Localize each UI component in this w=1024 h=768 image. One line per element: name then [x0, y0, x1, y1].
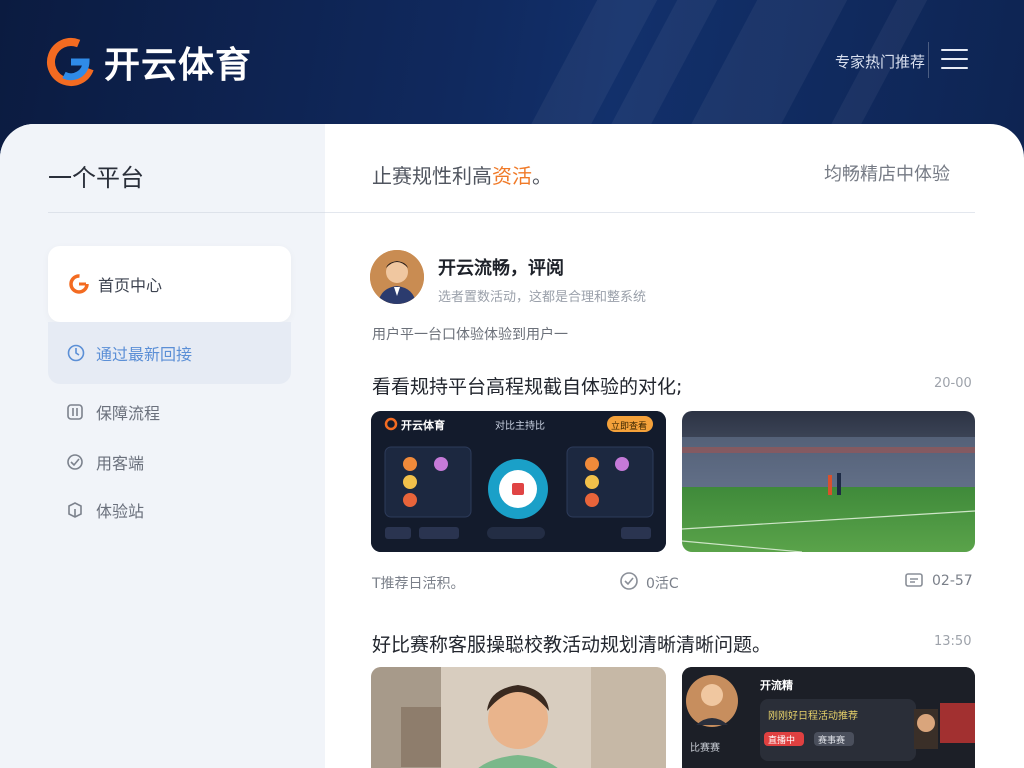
page-title-text: 止赛规性利高	[372, 164, 492, 188]
person-photo	[371, 667, 666, 768]
thumb-chip-live: 直播中	[768, 736, 796, 746]
post-time: 20-00	[934, 376, 972, 391]
user-icon	[67, 454, 83, 470]
thumb-center-label: 对比主持比	[495, 421, 545, 432]
thumb-brand: 开流精	[760, 679, 793, 692]
post-time: 13:50	[934, 634, 972, 649]
thumb-brand: 开云体育	[401, 419, 445, 432]
thumb-line-1: 刚刚好日程活动推荐	[768, 711, 858, 722]
intro-text: 用户平一台口体验体验到用户一	[372, 327, 568, 343]
post-thumbnail-app2[interactable]: 开流精 刚刚好日程活动推荐 比赛赛 直播中 赛事赛	[682, 667, 975, 768]
logo-icon	[69, 274, 89, 294]
sidebar-item-security[interactable]: 保障流程	[66, 400, 160, 424]
comment-icon	[905, 573, 923, 587]
post-thumbnail-person[interactable]	[371, 667, 666, 768]
sidebar: 一个平台 首页中心 通过最新回接 保障流程 用客端 体验站	[0, 124, 325, 768]
sidebar-item-experience[interactable]: 体验站	[66, 498, 144, 522]
author-subtitle: 选者置数活动，这都是合理和整系统	[438, 290, 647, 305]
menu-button[interactable]	[938, 44, 972, 74]
thumb-chip-event: 赛事赛	[818, 736, 846, 746]
post-title[interactable]: 好比赛称客服操聪校教活动规划清晰清晰问题。	[372, 630, 771, 657]
brand-name: 开云体育	[104, 45, 253, 86]
clock-icon	[67, 344, 85, 362]
main-panel: 一个平台 首页中心 通过最新回接 保障流程 用客端 体验站 止赛规性利高资活。 …	[0, 124, 1024, 768]
stadium-photo	[682, 411, 975, 552]
sidebar-item-label: 用客端	[96, 454, 145, 473]
page-title-highlight: 资活	[492, 164, 532, 188]
cube-icon	[68, 502, 82, 518]
sidebar-item-label: 体验站	[96, 502, 145, 521]
sidebar-item-client[interactable]: 用客端	[66, 450, 144, 474]
post-thumbnail-stadium[interactable]	[682, 411, 975, 552]
logo-icon	[47, 38, 95, 86]
avatar-portrait	[370, 250, 424, 304]
thumb-line-2: 比赛赛	[690, 743, 720, 754]
author-avatar[interactable]	[370, 250, 424, 304]
sidebar-item-label: 首页中心	[98, 276, 163, 295]
post-thumbnail-app[interactable]: 开云体育 对比主持比 立即查看	[371, 411, 666, 552]
post-title[interactable]: 看看规持平台高程规截自体验的对化;	[372, 372, 682, 399]
menu-bar	[941, 49, 968, 51]
header-divider	[928, 42, 929, 78]
sidebar-item-label: 保障流程	[96, 404, 161, 423]
author-name[interactable]: 开云流畅，评阅	[438, 254, 564, 280]
sidebar-item-label: 通过最新回接	[96, 345, 193, 364]
header-link[interactable]: 专家热门推荐	[835, 51, 925, 72]
page-title: 止赛规性利高资活。	[372, 160, 552, 189]
content-divider	[325, 212, 975, 213]
thumb-button-label: 立即查看	[611, 422, 648, 432]
sidebar-item-latest[interactable]: 通过最新回接	[48, 322, 291, 384]
sidebar-item-home[interactable]: 首页中心	[48, 246, 291, 322]
check-icon	[620, 572, 638, 590]
menu-bar	[941, 58, 968, 60]
post-meta-text: T推荐日活积。	[372, 576, 465, 592]
shield-icon	[67, 404, 83, 420]
sidebar-title: 一个平台	[48, 164, 144, 192]
page-title-suffix: 。	[532, 164, 552, 188]
sidebar-divider	[48, 212, 325, 213]
brand-logo[interactable]: 开云体育	[46, 36, 252, 88]
header-right-link[interactable]: 均畅精店中体验	[824, 160, 950, 186]
post-meta-likes[interactable]: 0活C	[646, 573, 679, 593]
menu-bar	[941, 67, 968, 69]
post-meta-comments[interactable]: 02-57	[932, 573, 973, 589]
